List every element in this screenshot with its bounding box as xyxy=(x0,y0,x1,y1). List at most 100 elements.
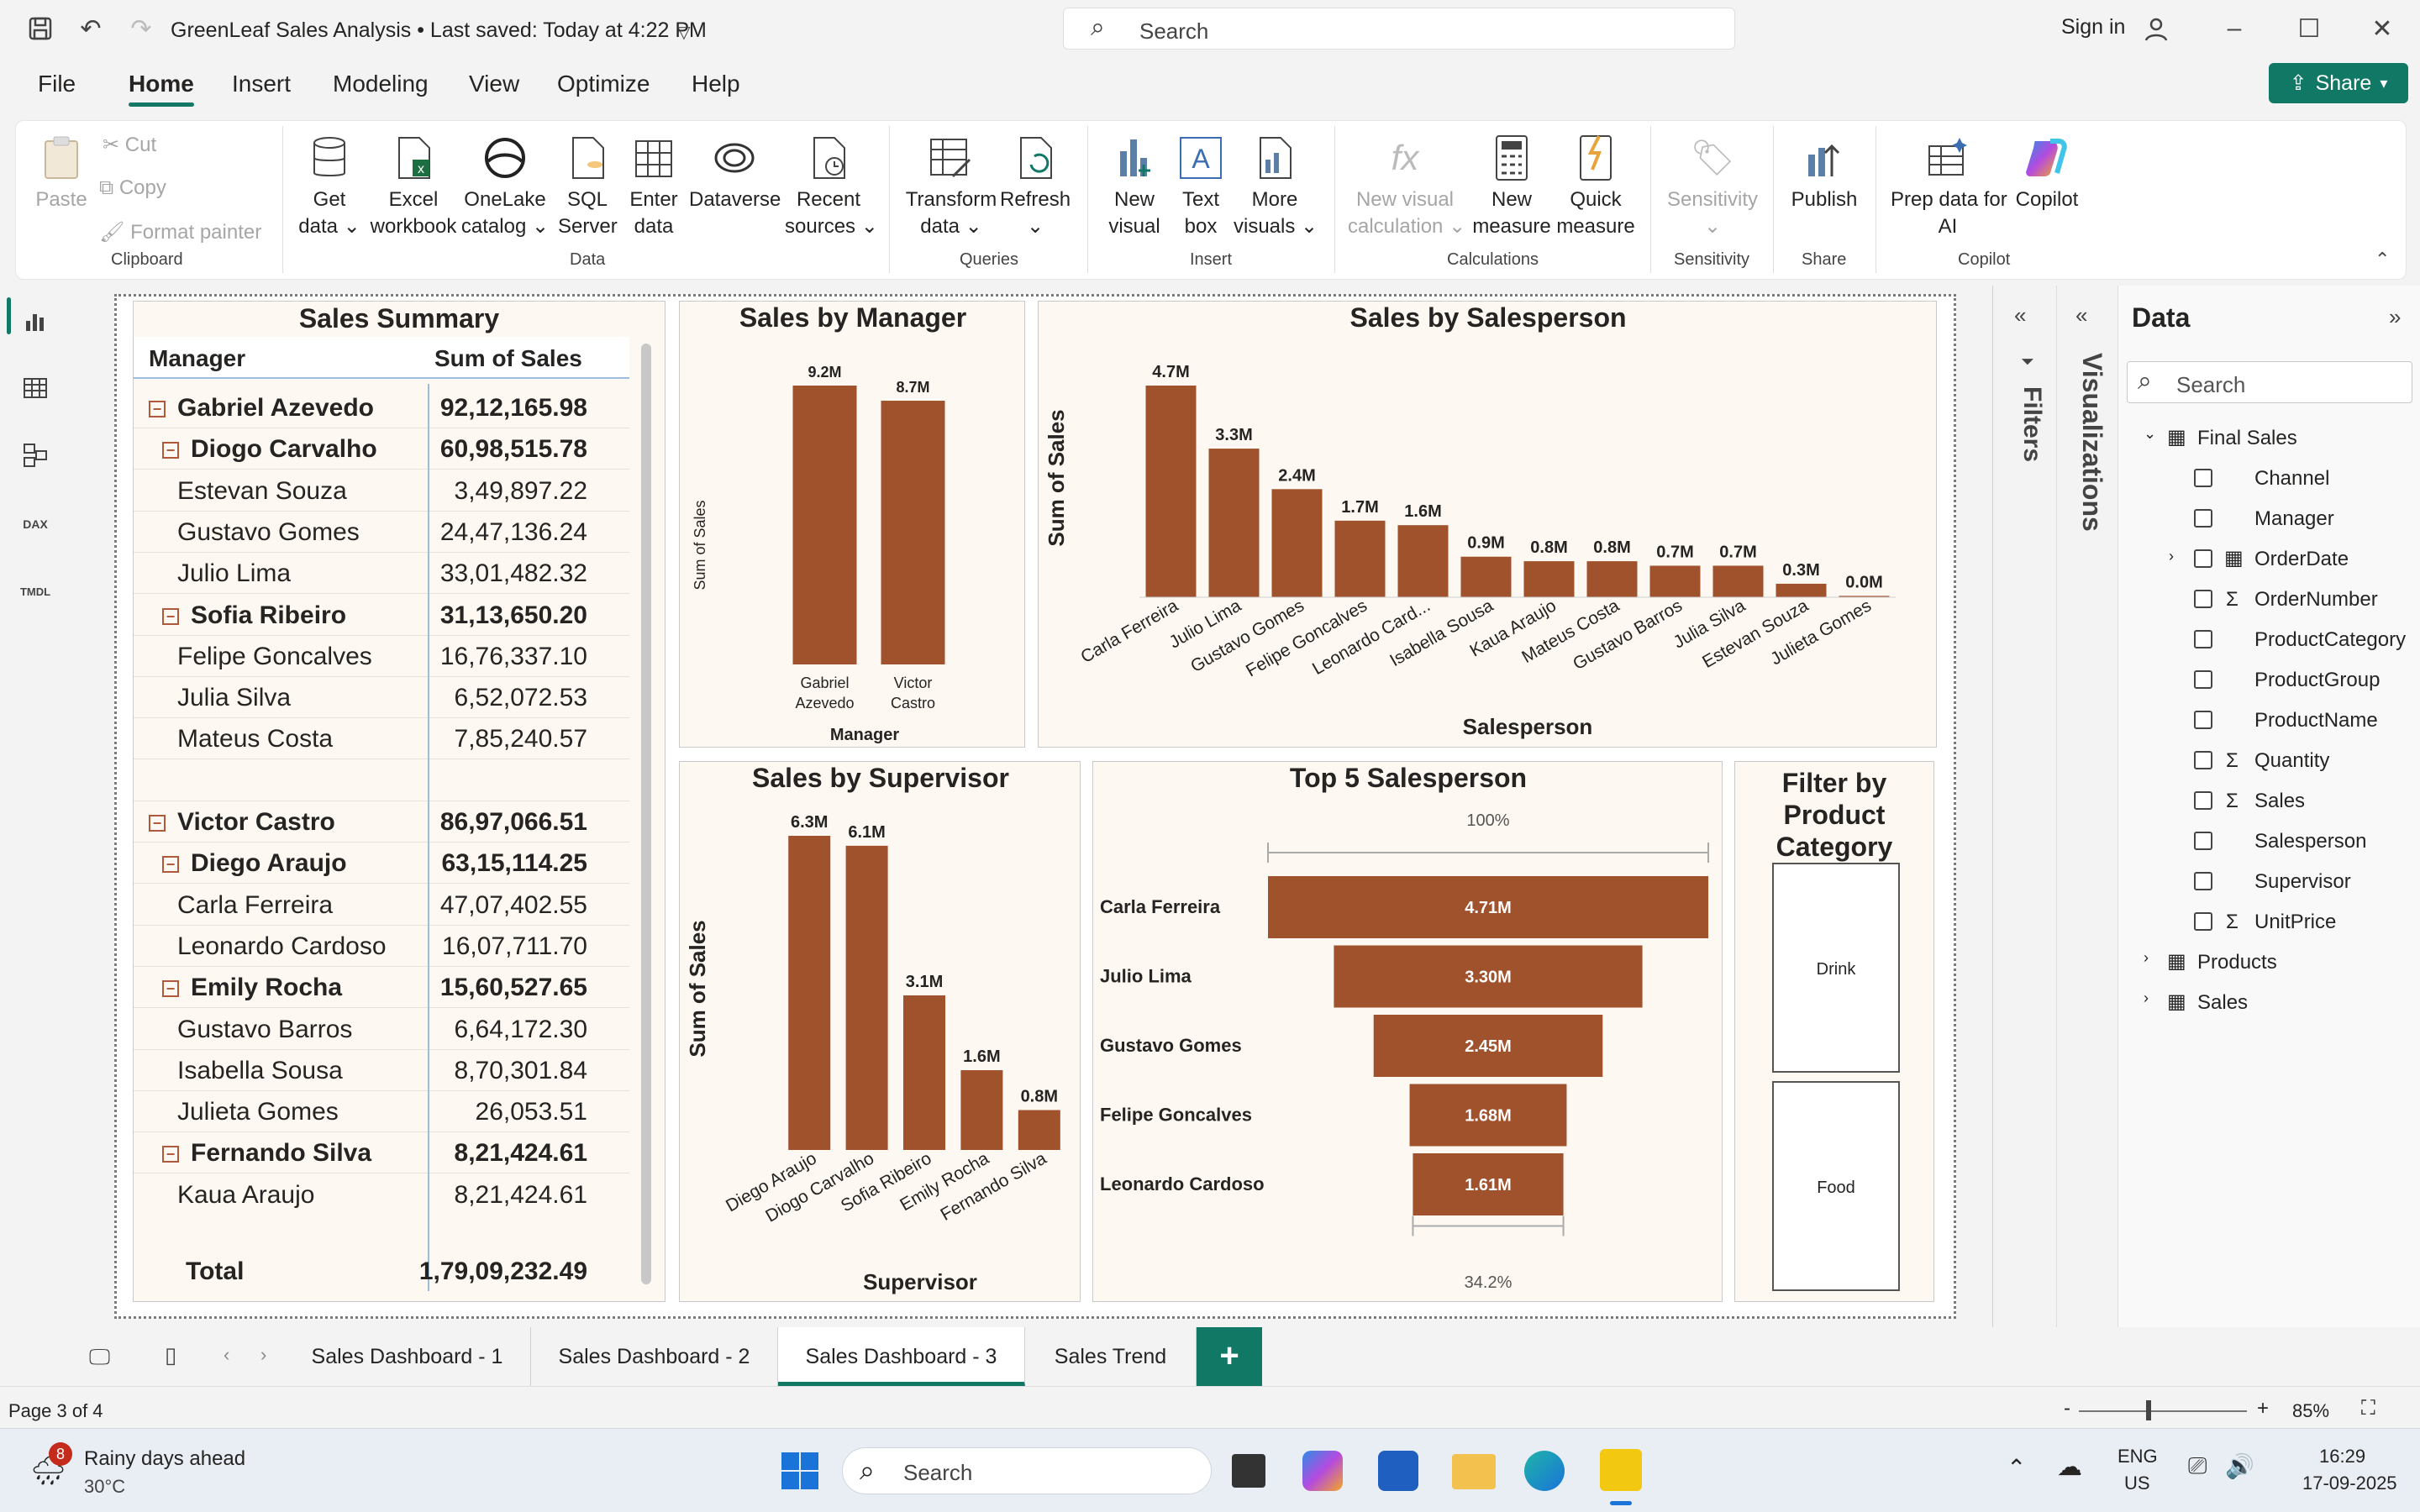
publish-button[interactable]: Publish xyxy=(1785,134,1864,213)
collapse-icon[interactable]: − xyxy=(149,815,166,832)
zoom-out-button[interactable]: - xyxy=(2064,1397,2070,1420)
field-checkbox[interactable] xyxy=(2194,509,2212,528)
tmdl-view-icon[interactable]: TMDL xyxy=(17,573,54,610)
mobile-layout-icon[interactable]: ▯ xyxy=(165,1342,176,1368)
zoom-in-button[interactable]: + xyxy=(2257,1397,2269,1420)
tab-sales-dashboard-2[interactable]: Sales Dashboard - 2 xyxy=(531,1327,778,1386)
matrix-row[interactable]: Estevan Souza 3,49,897.22 xyxy=(134,470,629,512)
chevron-up-icon[interactable]: ⌃ xyxy=(2007,1454,2026,1482)
menu-help[interactable]: Help xyxy=(692,71,740,97)
matrix-row[interactable]: − Gabriel Azevedo 92,12,165.98 xyxy=(134,387,629,428)
share-button[interactable]: ⇪ Share ▾ xyxy=(2269,63,2408,103)
field-checkbox[interactable] xyxy=(2194,469,2212,487)
desktop-layout-icon[interactable]: 🖵 xyxy=(89,1344,110,1371)
matrix-row[interactable]: Gustavo Gomes 24,47,136.24 xyxy=(134,512,629,553)
field-item[interactable]: Σ Quantity xyxy=(2118,741,2420,781)
quick-measure-button[interactable]: Quick measure xyxy=(1555,134,1637,240)
new-visual-calculation-button[interactable]: fx New visual calculation ⌄ xyxy=(1348,134,1465,240)
more-visuals-button[interactable]: More visuals ⌄ xyxy=(1234,134,1318,240)
matrix-row[interactable]: Isabella Sousa 8,70,301.84 xyxy=(134,1050,629,1091)
file-explorer-icon[interactable] xyxy=(1452,1454,1496,1489)
field-item[interactable]: ProductGroup xyxy=(2118,660,2420,701)
onelake-catalog-button[interactable]: OneLake catalog ⌄ xyxy=(460,134,550,240)
matrix-row[interactable]: Felipe Goncalves 16,76,337.10 xyxy=(134,636,629,677)
tab-sales-trend[interactable]: Sales Trend xyxy=(1025,1327,1197,1386)
new-visual-button[interactable]: New visual xyxy=(1101,134,1168,240)
field-item[interactable]: Σ UnitPrice xyxy=(2118,902,2420,942)
add-page-button[interactable]: + xyxy=(1197,1327,1262,1386)
column-header-sum-of-sales[interactable]: Sum of Sales xyxy=(434,345,582,372)
scroll-left-icon[interactable]: ‹ xyxy=(224,1344,229,1366)
matrix-row[interactable]: − Diego Araujo 63,15,114.25 xyxy=(134,843,629,885)
sales-by-supervisor-chart[interactable]: Sales by Supervisor Sum of Sales Supervi… xyxy=(679,761,1081,1302)
field-item[interactable]: Manager xyxy=(2118,499,2420,539)
dax-query-view-icon[interactable]: DAX xyxy=(17,506,54,543)
volume-icon[interactable]: 🔊 xyxy=(2225,1452,2254,1480)
menu-view[interactable]: View xyxy=(469,71,519,97)
excel-workbook-button[interactable]: x Excel workbook xyxy=(368,134,459,240)
menu-modeling[interactable]: Modeling xyxy=(333,71,429,97)
store-app-icon[interactable] xyxy=(1378,1451,1418,1491)
field-item[interactable]: ProductCategory xyxy=(2118,620,2420,660)
chevron-down-icon[interactable]: ▽ xyxy=(666,13,702,50)
cut-button[interactable]: ✂ Cut xyxy=(103,133,156,157)
undo-icon[interactable]: ↶ xyxy=(72,10,109,47)
zoom-slider[interactable] xyxy=(2079,1410,2247,1412)
field-item[interactable]: Supervisor xyxy=(2118,862,2420,902)
matrix-row[interactable]: Mateus Costa 7,85,240.57 xyxy=(134,718,629,760)
collapse-ribbon-icon[interactable]: ⌃ xyxy=(2375,249,2390,270)
field-checkbox[interactable] xyxy=(2194,630,2212,648)
language-code[interactable]: ENG xyxy=(2118,1446,2158,1467)
minimize-icon[interactable]: – xyxy=(2216,10,2253,47)
top-5-salesperson-funnel[interactable]: Top 5 Salesperson 100% 34.2% 4.71M Carla … xyxy=(1092,761,1723,1302)
matrix-row[interactable]: Gustavo Barros 6,64,172.30 xyxy=(134,1009,629,1050)
redo-icon[interactable]: ↷ xyxy=(123,10,160,47)
sensitivity-button[interactable]: 🏷 Sensitivity ⌄ xyxy=(1664,134,1761,240)
visualizations-pane-collapsed[interactable]: « Visualizations xyxy=(2056,286,2115,1386)
matrix-row[interactable]: − Emily Rocha 15,60,527.65 xyxy=(134,967,629,1009)
matrix-scrollbar[interactable] xyxy=(641,344,651,1284)
report-view-icon[interactable] xyxy=(17,302,54,339)
field-item[interactable]: ProductName xyxy=(2118,701,2420,741)
expand-visualizations-icon[interactable]: « xyxy=(2075,302,2087,328)
field-checkbox[interactable] xyxy=(2194,791,2212,810)
table-final-sales[interactable]: ⌄ ▦ Final Sales xyxy=(2118,418,2420,459)
zoom-slider-thumb[interactable] xyxy=(2146,1400,2151,1420)
collapse-icon[interactable]: − xyxy=(162,607,179,625)
tab-sales-dashboard-3[interactable]: Sales Dashboard - 3 xyxy=(778,1327,1025,1386)
collapse-icon[interactable]: − xyxy=(162,856,179,874)
save-icon[interactable] xyxy=(22,10,59,47)
menu-insert[interactable]: Insert xyxy=(232,71,291,97)
text-box-button[interactable]: A Text box xyxy=(1171,134,1230,240)
field-checkbox[interactable] xyxy=(2194,549,2212,568)
sql-server-button[interactable]: SQL Server xyxy=(558,134,618,240)
menu-home[interactable]: Home xyxy=(129,71,194,97)
format-painter-button[interactable]: 🖌 Format painter xyxy=(99,220,261,244)
weather-title[interactable]: Rainy days ahead xyxy=(84,1447,245,1471)
matrix-row[interactable]: Kaua Araujo 8,21,424.61 xyxy=(134,1174,629,1215)
field-checkbox[interactable] xyxy=(2194,670,2212,689)
matrix-row[interactable]: − Victor Castro 86,97,066.51 xyxy=(134,801,629,843)
collapse-data-pane-icon[interactable]: » xyxy=(2389,304,2401,330)
collapse-icon[interactable]: − xyxy=(162,1146,179,1163)
collapse-icon[interactable]: − xyxy=(149,401,166,417)
field-item[interactable]: Salesperson xyxy=(2118,822,2420,862)
close-icon[interactable]: ✕ xyxy=(2364,10,2401,47)
power-bi-app-icon[interactable] xyxy=(1600,1449,1642,1491)
field-item[interactable]: Channel xyxy=(2118,459,2420,499)
field-checkbox[interactable] xyxy=(2194,912,2212,931)
taskbar-search[interactable]: ⌕ Search xyxy=(842,1447,1212,1494)
column-header-manager[interactable]: Manager xyxy=(149,345,245,372)
edge-browser-icon[interactable] xyxy=(1524,1451,1565,1491)
new-measure-button[interactable]: New measure xyxy=(1470,134,1553,240)
display-icon[interactable]: ⎚ xyxy=(2188,1452,2207,1480)
dataverse-button[interactable]: Dataverse xyxy=(689,134,781,213)
collapse-icon[interactable]: − xyxy=(162,442,179,459)
matrix-row[interactable]: Julieta Gomes 26,053.51 xyxy=(134,1091,629,1133)
copilot-app-icon[interactable] xyxy=(1302,1451,1343,1491)
matrix-row[interactable]: − Diogo Carvalho 60,98,515.78 xyxy=(134,428,629,470)
sales-summary-matrix[interactable]: Sales Summary Manager Sum of Sales − Gabr… xyxy=(133,301,666,1302)
windows-start-icon[interactable] xyxy=(780,1451,820,1495)
expand-filters-icon[interactable]: « xyxy=(2014,302,2026,328)
sales-by-manager-chart[interactable]: Sales by Manager Sum of Sales Manager 9.… xyxy=(679,301,1025,748)
